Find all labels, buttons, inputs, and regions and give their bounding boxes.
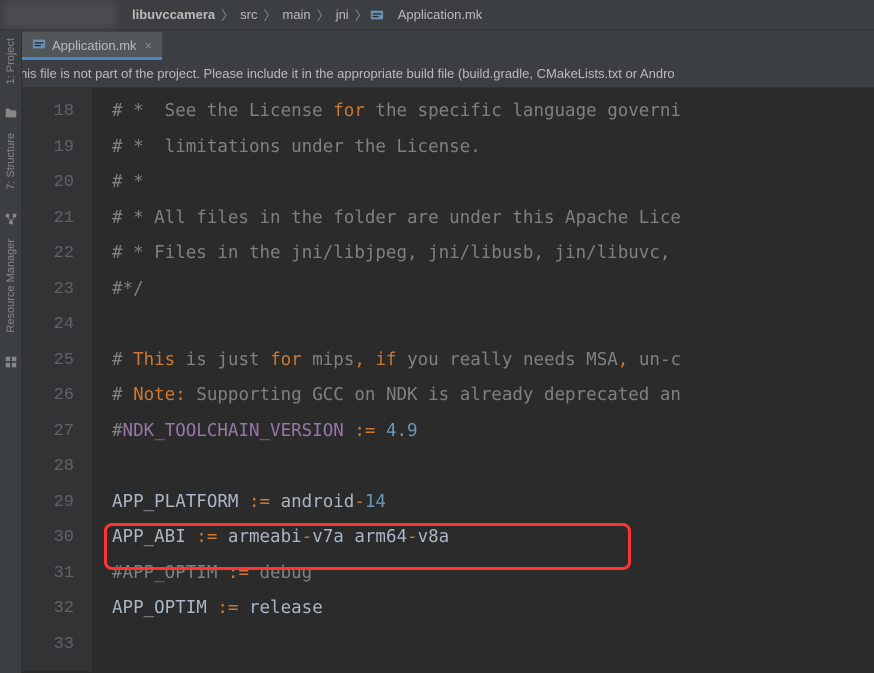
breadcrumb-src[interactable]: src — [236, 7, 261, 22]
chevron-right-icon: 〉 — [263, 5, 276, 24]
line-number: 32 — [22, 591, 74, 627]
left-tool-rail: 1: Project 7: Structure Resource Manager — [0, 30, 22, 673]
editor-main: 18192021222324252627282930313233 # * See… — [0, 88, 874, 671]
line-number: 21 — [22, 201, 74, 237]
line-number: 29 — [22, 485, 74, 521]
code-line[interactable]: #NDK_TOOLCHAIN_VERSION := 4.9 — [112, 414, 874, 450]
breadcrumb-main[interactable]: main — [278, 7, 314, 22]
makefile-icon — [32, 37, 52, 54]
code-line[interactable] — [112, 307, 874, 343]
structure-icon — [4, 212, 18, 231]
chevron-right-icon: 〉 — [355, 5, 368, 24]
code-line[interactable] — [112, 627, 874, 663]
tab-bar: Application.mk × — [0, 30, 874, 60]
blurred-project-name — [4, 2, 116, 28]
code-line[interactable]: #APP_OPTIM := debug — [112, 556, 874, 592]
rail-project[interactable]: 1: Project — [5, 30, 17, 92]
code-editor[interactable]: # * See the License for the specific lan… — [92, 88, 874, 671]
line-number: 20 — [22, 165, 74, 201]
breadcrumb-file[interactable]: Application.mk — [394, 7, 487, 22]
line-number: 31 — [22, 556, 74, 592]
code-line[interactable]: # * limitations under the License. — [112, 130, 874, 166]
makefile-icon — [370, 8, 390, 22]
code-line[interactable]: APP_PLATFORM := android-14 — [112, 485, 874, 521]
line-number: 25 — [22, 343, 74, 379]
code-line[interactable]: # * — [112, 165, 874, 201]
breadcrumb-jni[interactable]: jni — [332, 7, 353, 22]
code-line[interactable]: # * See the License for the specific lan… — [112, 94, 874, 130]
line-number: 24 — [22, 307, 74, 343]
code-line[interactable]: APP_OPTIM := release — [112, 591, 874, 627]
code-line[interactable]: # This is just for mips, if you really n… — [112, 343, 874, 379]
rail-structure[interactable]: 7: Structure — [5, 125, 17, 198]
code-line[interactable]: # Note: Supporting GCC on NDK is already… — [112, 378, 874, 414]
code-line[interactable]: #*/ — [112, 272, 874, 308]
line-number: 27 — [22, 414, 74, 450]
notification-bar: This file is not part of the project. Pl… — [0, 60, 874, 88]
tab-application-mk[interactable]: Application.mk × — [22, 32, 162, 60]
chevron-right-icon: 〉 — [221, 5, 234, 24]
resource-manager-icon — [4, 355, 18, 374]
breadcrumb-project[interactable]: libuvccamera — [128, 7, 219, 22]
line-number: 33 — [22, 627, 74, 663]
code-line[interactable] — [112, 449, 874, 485]
breadcrumb[interactable]: libuvccamera 〉 src 〉 main 〉 jni 〉 Applic… — [128, 5, 486, 24]
close-icon[interactable]: × — [145, 38, 153, 53]
line-number: 18 — [22, 94, 74, 130]
rail-resource-manager[interactable]: Resource Manager — [5, 231, 17, 341]
top-bar: libuvccamera 〉 src 〉 main 〉 jni 〉 Applic… — [0, 0, 874, 30]
line-number-gutter[interactable]: 18192021222324252627282930313233 — [22, 88, 92, 671]
code-line[interactable]: APP_ABI := armeabi-v7a arm64-v8a — [112, 520, 874, 556]
chevron-right-icon: 〉 — [317, 5, 330, 24]
folder-icon — [4, 106, 18, 125]
editor-container: 18192021222324252627282930313233 # * See… — [22, 88, 874, 671]
line-number: 28 — [22, 449, 74, 485]
line-number: 23 — [22, 272, 74, 308]
line-number: 26 — [22, 378, 74, 414]
line-number: 30 — [22, 520, 74, 556]
code-line[interactable]: # * All files in the folder are under th… — [112, 201, 874, 237]
tab-label: Application.mk — [52, 38, 137, 53]
code-line[interactable]: # * Files in the jni/libjpeg, jni/libusb… — [112, 236, 874, 272]
line-number: 19 — [22, 130, 74, 166]
line-number: 22 — [22, 236, 74, 272]
